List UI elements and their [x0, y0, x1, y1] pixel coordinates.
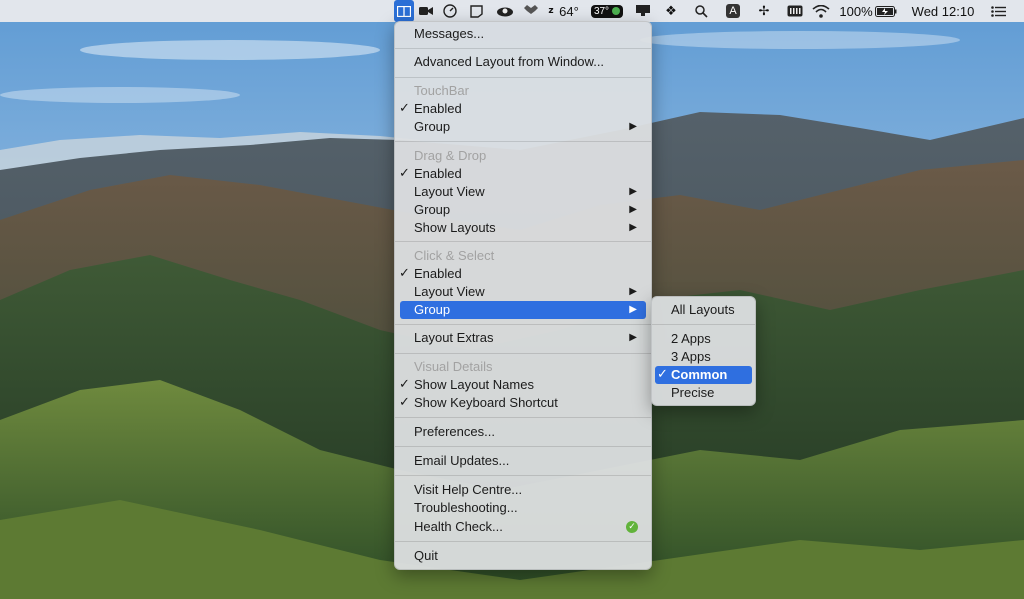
menubar-clock[interactable]: Wed 12:10: [910, 0, 976, 22]
sleep-icon[interactable]: z: [546, 0, 556, 22]
submenu-item-common[interactable]: ✓ Common: [655, 366, 752, 384]
display-icon[interactable]: [634, 0, 652, 22]
menu-item-health-check[interactable]: Health Check... ✓: [400, 518, 646, 536]
checkmark-icon: ✓: [399, 395, 410, 410]
menu-item-troubleshooting[interactable]: Troubleshooting...: [400, 499, 646, 517]
submenu-item-3-apps[interactable]: 3 Apps: [655, 348, 752, 366]
dropbox-icon[interactable]: [522, 0, 540, 22]
submenu-item-all-layouts[interactable]: All Layouts: [655, 301, 752, 319]
section-header-touchbar: TouchBar: [414, 83, 469, 98]
menu-separator: [395, 353, 651, 354]
checkmark-icon: ✓: [399, 266, 410, 281]
menu-item-show-layout-names[interactable]: ✓ Show Layout Names: [399, 376, 646, 394]
menu-item-click-enabled[interactable]: ✓ Enabled: [399, 265, 646, 283]
menu-item-touchbar-group[interactable]: Group ▶: [400, 118, 646, 136]
submenu-arrow-icon: ▶: [629, 304, 637, 315]
submenu-item-precise[interactable]: Precise: [655, 384, 752, 402]
notification-center-icon[interactable]: [988, 0, 1008, 22]
menu-separator: [395, 324, 651, 325]
menu-separator: [652, 324, 755, 325]
battery-percentage[interactable]: 100%: [839, 0, 872, 22]
menu-item-email-updates[interactable]: Email Updates...: [400, 452, 646, 470]
menu-item-visit-help[interactable]: Visit Help Centre...: [400, 481, 646, 499]
input-source-indicator[interactable]: A: [724, 0, 742, 22]
network-share-icon[interactable]: ✢: [755, 0, 773, 22]
menu-item-advanced-layout[interactable]: Advanced Layout from Window...: [400, 53, 646, 71]
menu-separator: [395, 241, 651, 242]
menu-item-dragdrop-show-layouts[interactable]: Show Layouts ▶: [400, 219, 646, 237]
layout-app-menu: Messages... Advanced Layout from Window.…: [394, 21, 652, 570]
weather-temperature[interactable]: 64°: [557, 0, 581, 22]
section-header-click-select: Click & Select: [414, 248, 495, 263]
snowflake-icon[interactable]: ❖: [663, 0, 679, 22]
menu-item-click-group[interactable]: Group ▶: [400, 301, 646, 319]
menu-item-preferences[interactable]: Preferences...: [400, 423, 646, 441]
section-header-visual-details: Visual Details: [414, 359, 493, 374]
menu-item-dragdrop-layout-view[interactable]: Layout View ▶: [400, 183, 646, 201]
memory-meter-icon[interactable]: [785, 0, 805, 22]
menu-item-touchbar-enabled[interactable]: ✓ Enabled: [399, 100, 646, 118]
search-icon[interactable]: [692, 0, 710, 22]
window-layout-status-icon[interactable]: [394, 0, 414, 22]
group-submenu: All Layouts 2 Apps 3 Apps ✓ Common Precis…: [651, 296, 756, 406]
notes-icon[interactable]: [467, 0, 485, 22]
checkmark-icon: ✓: [399, 377, 410, 392]
menu-bar: z 64° 37° ❖ A ✢ 100% Wed 12:10: [0, 0, 1024, 22]
speedometer-icon[interactable]: [441, 0, 459, 22]
menu-item-quit[interactable]: Quit: [400, 547, 646, 565]
cloud-sync-icon[interactable]: [494, 0, 516, 22]
submenu-arrow-icon: ▶: [629, 332, 637, 343]
menu-separator: [395, 475, 651, 476]
menu-separator: [395, 141, 651, 142]
menu-separator: [395, 48, 651, 49]
submenu-arrow-icon: ▶: [629, 204, 637, 215]
video-camera-icon[interactable]: [417, 0, 435, 22]
submenu-item-2-apps[interactable]: 2 Apps: [655, 330, 752, 348]
section-header-drag-drop: Drag & Drop: [414, 148, 487, 163]
menu-separator: [395, 446, 651, 447]
menu-separator: [395, 77, 651, 78]
menu-item-show-keyboard-shortcut[interactable]: ✓ Show Keyboard Shortcut: [399, 394, 646, 412]
battery-chip-status[interactable]: 37°: [588, 0, 626, 22]
menu-item-click-layout-view[interactable]: Layout View ▶: [400, 283, 646, 301]
submenu-arrow-icon: ▶: [629, 222, 637, 233]
submenu-arrow-icon: ▶: [629, 286, 637, 297]
checkmark-icon: ✓: [657, 367, 668, 382]
checkmark-icon: ✓: [399, 101, 410, 116]
wifi-icon[interactable]: [810, 0, 832, 22]
battery-icon[interactable]: [874, 0, 898, 22]
health-ok-icon: ✓: [626, 521, 638, 533]
menu-item-dragdrop-enabled[interactable]: ✓ Enabled: [399, 165, 646, 183]
menu-item-messages[interactable]: Messages...: [400, 25, 646, 43]
menu-separator: [395, 541, 651, 542]
checkmark-icon: ✓: [399, 166, 410, 181]
submenu-arrow-icon: ▶: [629, 186, 637, 197]
submenu-arrow-icon: ▶: [629, 121, 637, 132]
menu-item-dragdrop-group[interactable]: Group ▶: [400, 201, 646, 219]
menu-separator: [395, 417, 651, 418]
menu-item-layout-extras[interactable]: Layout Extras ▶: [400, 329, 646, 347]
